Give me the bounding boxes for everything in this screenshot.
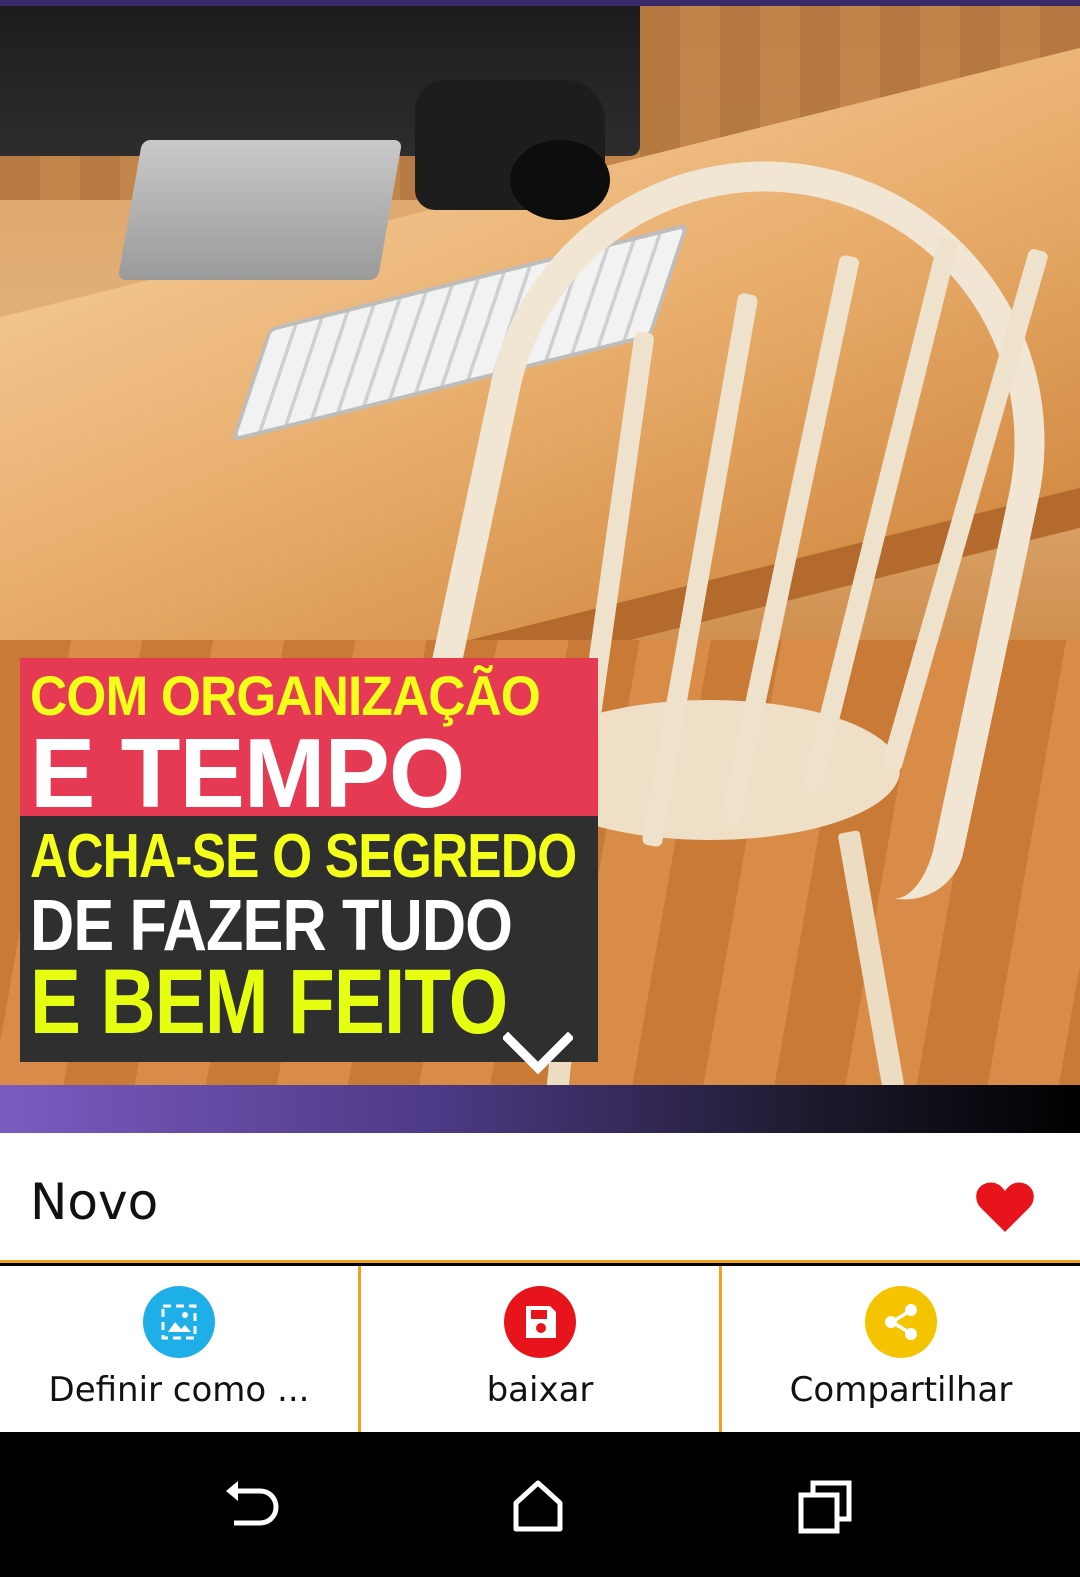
home-icon[interactable] [508,1477,568,1537]
camera-lens [510,140,610,220]
top-strip [0,0,1080,6]
back-icon[interactable] [222,1477,282,1537]
quote-line: COM ORGANIZAÇÃO [30,664,541,727]
info-row: Novo [0,1133,1080,1263]
image-title: Novo [30,1173,159,1231]
save-icon [504,1286,576,1358]
monitor-stand [117,140,403,280]
quote-line: ACHA-SE O SEGREDO [30,822,577,891]
wallpaper-image[interactable]: COM ORGANIZAÇÃO E TEMPO ACHA-SE O SEGRED… [0,0,1080,1085]
navigation-bar [0,1432,1080,1577]
set-as-label: Definir como ... [48,1370,310,1410]
download-button[interactable]: baixar [361,1266,722,1432]
action-bar: Definir como ... baixar Compartilhar [0,1266,1080,1432]
quote-line: E BEM FEITO [30,951,508,1053]
wallpaper-icon [143,1286,215,1358]
gradient-divider [0,1085,1080,1133]
quote-line: E TEMPO [30,718,465,828]
download-label: baixar [486,1370,594,1410]
share-icon [865,1286,937,1358]
set-as-button[interactable]: Definir como ... [0,1266,361,1432]
share-label: Compartilhar [789,1370,1013,1410]
chevron-down-icon[interactable] [501,1030,575,1080]
quote-card: COM ORGANIZAÇÃO E TEMPO ACHA-SE O SEGRED… [20,658,598,1062]
favorite-heart-icon[interactable] [975,1180,1035,1234]
share-button[interactable]: Compartilhar [722,1266,1080,1432]
recents-icon[interactable] [795,1477,855,1537]
